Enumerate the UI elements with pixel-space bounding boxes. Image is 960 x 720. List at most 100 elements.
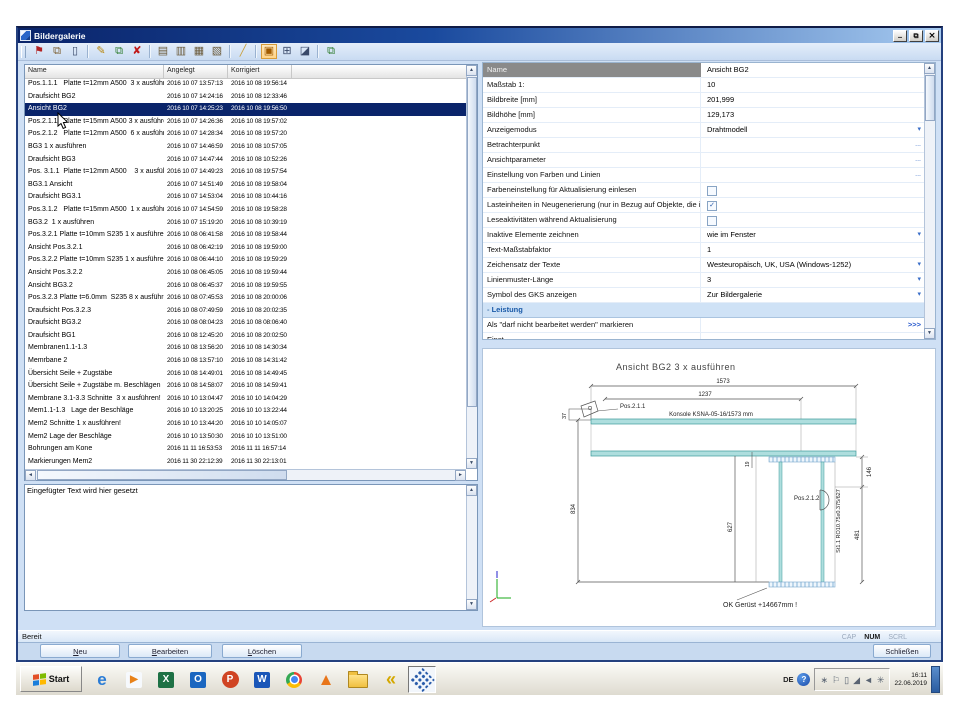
properties-scrollbar[interactable] <box>924 63 935 339</box>
property-value[interactable]: ✓ <box>701 198 903 212</box>
Pos.2.1.1 Platte t=15mm A500 3 x ausführen[interactable]: Pos.2.1.1 Platte t=15mm A500 3 x ausführ… <box>25 116 466 129</box>
property-control[interactable]: >>> <box>893 318 924 332</box>
property-control[interactable]: ▾ <box>903 258 924 272</box>
Mem1.1-1.3 Lage der Beschläge[interactable]: Mem1.1-1.3 Lage der Beschläge 2016 10 10… <box>25 405 466 418</box>
scrollbar-thumb[interactable] <box>467 77 477 407</box>
Pos.3.2.2 Platte t=10mm S235 1 x ausführen[interactable]: Pos.3.2.2 Platte t=10mm S235 1 x ausführ… <box>25 254 466 267</box>
copy-page-icon[interactable]: ⧉ <box>49 44 65 59</box>
edit-icon[interactable]: ✎ <box>93 44 109 59</box>
Ansicht Pos.3.2.1[interactable]: Ansicht Pos.3.2.1 2016 10 08 06:42:19 20… <box>25 242 466 255</box>
duplicate-icon[interactable]: ⧉ <box>111 44 127 59</box>
flag-icon[interactable]: ⚐ <box>832 675 840 685</box>
card-icon[interactable]: ▯ <box>67 44 83 59</box>
note-area[interactable]: Eingefügter Text wird hier gesetzt <box>24 484 478 611</box>
Draufsicht BG3.1[interactable]: Draufsicht BG3.1 2016 10 07 14:53:04 201… <box>25 191 466 204</box>
bearbeiten-button[interactable]: Bearbeiten <box>128 644 212 658</box>
property-value[interactable]: 3 <box>701 273 903 287</box>
Pos.3.2.1 Platte t=10mm S235 1 x ausführen[interactable]: Pos.3.2.1 Platte t=10mm S235 1 x ausführ… <box>25 229 466 242</box>
chrome-icon[interactable] <box>280 666 308 693</box>
word-icon[interactable]: W <box>248 666 276 693</box>
property-control[interactable] <box>903 303 924 317</box>
scroll-up-icon[interactable] <box>466 65 477 76</box>
import-icon[interactable]: ▥ <box>173 44 189 59</box>
property-control[interactable]: ▾ <box>903 288 924 302</box>
Membrane 3.1-3.3 Schnitte 3 x ausführen![interactable]: Membrane 3.1-3.3 Schnitte 3 x ausführen!… <box>25 393 466 406</box>
neu-button[interactable]: Neu <box>40 644 120 658</box>
Pos. 3.1.1 Platte t=12mm A500 3 x ausführen[interactable]: Pos. 3.1.1 Platte t=12mm A500 3 x ausfüh… <box>25 166 466 179</box>
property-control[interactable] <box>903 108 924 122</box>
toolbar-handle[interactable] <box>21 46 26 58</box>
session-icon[interactable]: ∗ <box>820 675 828 685</box>
outlook-icon[interactable]: O <box>184 666 212 693</box>
Mem2 Lage der Beschläge[interactable]: Mem2 Lage der Beschläge 2016 10 10 13:50… <box>25 431 466 444</box>
Draufsicht BG3[interactable]: Draufsicht BG3 2016 10 07 14:47:44 2016 … <box>25 154 466 167</box>
property-control[interactable] <box>903 63 924 77</box>
BG3.1 Ansicht[interactable]: BG3.1 Ansicht 2016 10 07 14:51:49 2016 1… <box>25 179 466 192</box>
scroll-down-icon[interactable] <box>466 599 477 610</box>
Draufsicht Pos.3.2.3[interactable]: Draufsicht Pos.3.2.3 2016 10 08 07:49:59… <box>25 305 466 318</box>
export-icon[interactable]: ▦ <box>191 44 207 59</box>
column-header-angelegt[interactable]: Angelegt <box>164 65 228 78</box>
network-icon[interactable]: ◢ <box>853 675 860 685</box>
property-value[interactable] <box>701 183 903 197</box>
Draufsicht BG2[interactable]: Draufsicht BG2 2016 10 07 14:24:16 2016 … <box>25 91 466 104</box>
Pos.1.1.1 Platte t=12mm A500 3 x ausführen[interactable]: Pos.1.1.1 Platte t=12mm A500 3 x ausführ… <box>25 78 466 91</box>
Pos.2.1.2 Platte t=12mm A500 6 x ausführen[interactable]: Pos.2.1.2 Platte t=12mm A500 6 x ausführ… <box>25 128 466 141</box>
excel-icon[interactable]: X <box>152 666 180 693</box>
help-icon[interactable]: ? <box>797 673 810 686</box>
property-control[interactable]: ... <box>903 168 924 182</box>
property-control[interactable] <box>903 333 924 339</box>
property-value[interactable]: Zur Bildergalerie <box>701 288 903 302</box>
edit-view-icon[interactable]: ◪ <box>297 44 313 59</box>
property-value[interactable] <box>701 168 903 182</box>
Mem2 Schnitte 1 x ausführen![interactable]: Mem2 Schnitte 1 x ausführen! 2016 10 10 … <box>25 418 466 431</box>
scroll-up-icon[interactable] <box>924 63 935 74</box>
Draufsicht BG3.2[interactable]: Draufsicht BG3.2 2016 10 08 08:04:23 201… <box>25 317 466 330</box>
property-value[interactable]: 1 <box>701 243 903 257</box>
property-value[interactable]: wie im Fenster <box>701 228 903 242</box>
property-value[interactable] <box>701 318 893 332</box>
Übersicht Seile + Zugstäbe[interactable]: Übersicht Seile + Zugstäbe 2016 10 08 14… <box>25 368 466 381</box>
property-control[interactable]: ▾ <box>903 228 924 242</box>
property-value[interactable] <box>701 153 903 167</box>
scroll-up-icon[interactable] <box>466 485 477 496</box>
Markierungen Mem2[interactable]: Markierungen Mem2 2016 11 30 22:12:39 20… <box>25 456 466 469</box>
checkbox-unchecked[interactable] <box>707 216 717 226</box>
Bohrungen am Kone[interactable]: Bohrungen am Kone 2016 11 11 16:53:53 20… <box>25 443 466 456</box>
property-control[interactable] <box>903 213 924 227</box>
BG3.2 1 x ausführen[interactable]: BG3.2 1 x ausführen 2016 10 07 15:19:20 … <box>25 217 466 230</box>
property-value[interactable]: Westeuropäisch, UK, USA (Windows-1252) <box>701 258 903 272</box>
bildergalerie-taskbar-icon[interactable] <box>408 666 436 693</box>
property-value[interactable]: Ansicht BG2 <box>701 63 903 77</box>
property-value[interactable]: 129,173 <box>701 108 903 122</box>
property-control[interactable]: ... <box>903 138 924 152</box>
device-icon[interactable]: ▯ <box>844 675 849 685</box>
internet-explorer-icon[interactable]: e <box>88 666 116 693</box>
transfer-icon[interactable]: ▧ <box>209 44 225 59</box>
property-value[interactable]: 201,999 <box>701 93 903 107</box>
minimize-icon[interactable] <box>893 30 907 42</box>
property-value[interactable] <box>701 213 903 227</box>
property-control[interactable]: ▾ <box>903 123 924 137</box>
checkbox-unchecked[interactable] <box>707 186 717 196</box>
pin-icon[interactable]: ⚑ <box>31 44 47 59</box>
archive-icon[interactable]: ▤ <box>155 44 171 59</box>
property-control[interactable] <box>903 198 924 212</box>
titlebar[interactable]: Bildergalerie <box>18 28 941 43</box>
property-value[interactable]: 10 <box>701 78 903 92</box>
Übersicht Seile + Zugstäbe m. Beschlägen[interactable]: Übersicht Seile + Zugstäbe m. Beschlägen… <box>25 380 466 393</box>
media-player-icon[interactable]: ▶ <box>120 666 148 693</box>
scroll-left-icon[interactable] <box>25 470 36 481</box>
delete-icon[interactable]: ✘ <box>129 44 145 59</box>
Ansicht Pos.3.2.2[interactable]: Ansicht Pos.3.2.2 2016 10 08 06:45:05 20… <box>25 267 466 280</box>
vlc-icon[interactable]: ▲ <box>312 666 340 693</box>
new-window-icon[interactable]: ⧉ <box>323 44 339 59</box>
scrollbar-thumb[interactable] <box>925 75 935 121</box>
property-control[interactable] <box>903 183 924 197</box>
Draufsicht BG1[interactable]: Draufsicht BG1 2016 10 08 12:45:20 2016 … <box>25 330 466 343</box>
Pos.3.1.2 Platte t=15mm A500 1 x ausführen[interactable]: Pos.3.1.2 Platte t=15mm A500 1 x ausführ… <box>25 204 466 217</box>
list-view-icon[interactable]: ⊞ <box>279 44 295 59</box>
volume-icon[interactable]: ◄ <box>864 675 873 685</box>
property-value[interactable] <box>701 138 903 152</box>
Pos.3.2.3 Platte t=6.0mm S235 8 x ausführen[interactable]: Pos.3.2.3 Platte t=6.0mm S235 8 x ausfüh… <box>25 292 466 305</box>
